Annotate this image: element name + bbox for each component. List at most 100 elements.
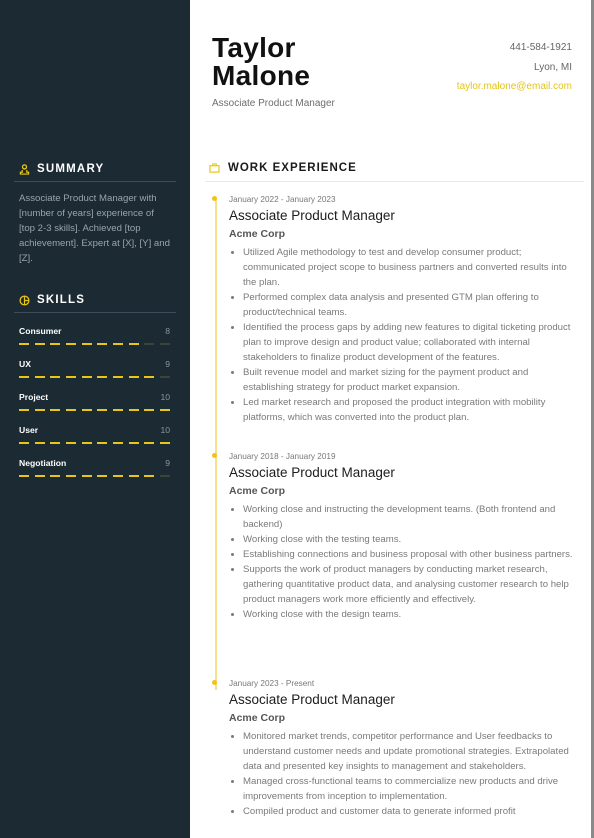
skill-row: User 10: [19, 425, 170, 435]
job-bullet: Working close and instructing the develo…: [243, 502, 574, 532]
skill-segment-filled: [81, 442, 92, 444]
job-bullet: Led market research and proposed the pro…: [243, 395, 574, 425]
skill-segment-filled: [159, 442, 170, 444]
job-bullet: Monitored market trends, competitor perf…: [243, 729, 574, 774]
job-entry: January 2023 - Present Associate Product…: [212, 679, 574, 819]
skill-segment-filled: [128, 376, 139, 378]
skill-segment-filled: [128, 409, 139, 411]
skill-segment-filled: [50, 376, 61, 378]
sidebar: SUMMARY Associate Product Manager with […: [0, 0, 190, 838]
briefcase-icon: [209, 163, 220, 173]
skill-segment-filled: [144, 475, 155, 477]
skill-row: Negotiation 9: [19, 458, 170, 468]
job-dates: January 2022 - January 2023: [229, 195, 336, 204]
skill-name: User: [19, 425, 39, 435]
job-bullet: Working close with the design teams.: [243, 607, 574, 622]
skill-segment-filled: [19, 442, 29, 444]
skill-segment-filled: [97, 343, 108, 345]
skill-item: Consumer 8: [14, 326, 176, 350]
skill-segment-filled: [65, 409, 76, 411]
skill-name: UX: [19, 359, 31, 369]
skill-segment-filled: [34, 376, 45, 378]
skill-segment-filled: [19, 343, 29, 345]
skill-item: Negotiation 9: [14, 458, 176, 482]
skill-segment-filled: [81, 409, 92, 411]
summary-section: SUMMARY Associate Product Manager with […: [14, 163, 176, 266]
skill-segment-filled: [81, 343, 92, 345]
skill-level-bar: [19, 475, 170, 477]
skill-level-bar: [19, 376, 170, 378]
skill-segment-filled: [81, 376, 92, 378]
skill-segment-filled: [144, 409, 155, 411]
skill-segment-filled: [65, 376, 76, 378]
skill-segment-empty: [159, 343, 170, 345]
skill-name: Project: [19, 392, 49, 402]
skill-segment-filled: [144, 376, 155, 378]
skill-level-bar: [19, 442, 170, 444]
skill-value: 9: [165, 458, 170, 468]
skill-value: 8: [165, 326, 170, 336]
skill-segment-filled: [112, 475, 123, 477]
skill-value: 10: [160, 425, 170, 435]
summary-heading-label: SUMMARY: [37, 163, 105, 175]
skills-list: Consumer 8 UX 9 Project 10 User 10 Negot…: [14, 326, 176, 482]
job-dates: January 2018 - January 2019: [229, 452, 336, 461]
skills-section: SKILLS Consumer 8 UX 9 Project 10 User 1…: [14, 294, 176, 482]
job-entry: January 2022 - January 2023 Associate Pr…: [212, 195, 574, 425]
skill-row: UX 9: [19, 359, 170, 369]
job-dates: January 2023 - Present: [229, 679, 315, 688]
skill-segment-filled: [50, 343, 61, 345]
first-name: Taylor: [212, 32, 296, 63]
skills-icon: [19, 294, 30, 306]
last-name: Malone: [212, 60, 311, 91]
skill-segment-filled: [112, 409, 123, 411]
timeline-dot: [212, 196, 217, 201]
skill-segment-filled: [19, 409, 29, 411]
skills-heading-label: SKILLS: [37, 294, 86, 306]
skill-item: UX 9: [14, 359, 176, 383]
job-bullet: Supports the work of product managers by…: [243, 562, 574, 607]
skill-segment-filled: [112, 343, 123, 345]
job-title: Associate Product Manager: [229, 465, 395, 480]
summary-heading: SUMMARY: [14, 163, 176, 182]
job-bullet: Managed cross-functional teams to commer…: [243, 774, 574, 804]
job-company: Acme Corp: [229, 485, 286, 497]
job-bullet: Performed complex data analysis and pres…: [243, 290, 574, 320]
skill-segment-filled: [97, 442, 108, 444]
full-name: Taylor Malone: [212, 34, 310, 90]
skill-value: 10: [160, 392, 170, 402]
timeline-dot: [212, 453, 217, 458]
job-bullet: Compiled product and customer data to ge…: [243, 804, 574, 819]
job-company: Acme Corp: [229, 712, 286, 724]
email-link[interactable]: taylor.malone@email.com: [457, 77, 572, 97]
job-title: Associate Product Manager: [229, 692, 395, 707]
job-bullets: Utilized Agile methodology to test and d…: [229, 245, 574, 425]
skill-segment-filled: [34, 409, 45, 411]
skill-level-bar: [19, 409, 170, 411]
skill-segment-filled: [65, 343, 76, 345]
job-bullet: Working close with the testing teams.: [243, 532, 574, 547]
job-title-header: Associate Product Manager: [212, 98, 335, 109]
work-heading-label: WORK EXPERIENCE: [228, 162, 357, 174]
skill-segment-empty: [159, 475, 170, 477]
job-company: Acme Corp: [229, 228, 286, 240]
skill-segment-filled: [34, 343, 45, 345]
skill-segment-filled: [34, 475, 45, 477]
skill-segment-filled: [97, 475, 108, 477]
skill-segment-filled: [128, 442, 139, 444]
skill-item: Project 10: [14, 392, 176, 416]
summary-text: Associate Product Manager with [number o…: [19, 193, 170, 264]
skill-level-bar: [19, 343, 170, 345]
work-experience-heading: WORK EXPERIENCE: [205, 162, 584, 182]
skill-segment-filled: [50, 442, 61, 444]
skill-segment-filled: [81, 475, 92, 477]
person-icon: [19, 163, 30, 175]
job-entry: January 2018 - January 2019 Associate Pr…: [212, 452, 574, 622]
skill-segment-filled: [65, 442, 76, 444]
skill-item: User 10: [14, 425, 176, 449]
skill-segment-filled: [144, 442, 155, 444]
timeline-line: [215, 200, 217, 690]
skill-name: Consumer: [19, 326, 62, 336]
skill-row: Consumer 8: [19, 326, 170, 336]
skill-segment-filled: [112, 442, 123, 444]
